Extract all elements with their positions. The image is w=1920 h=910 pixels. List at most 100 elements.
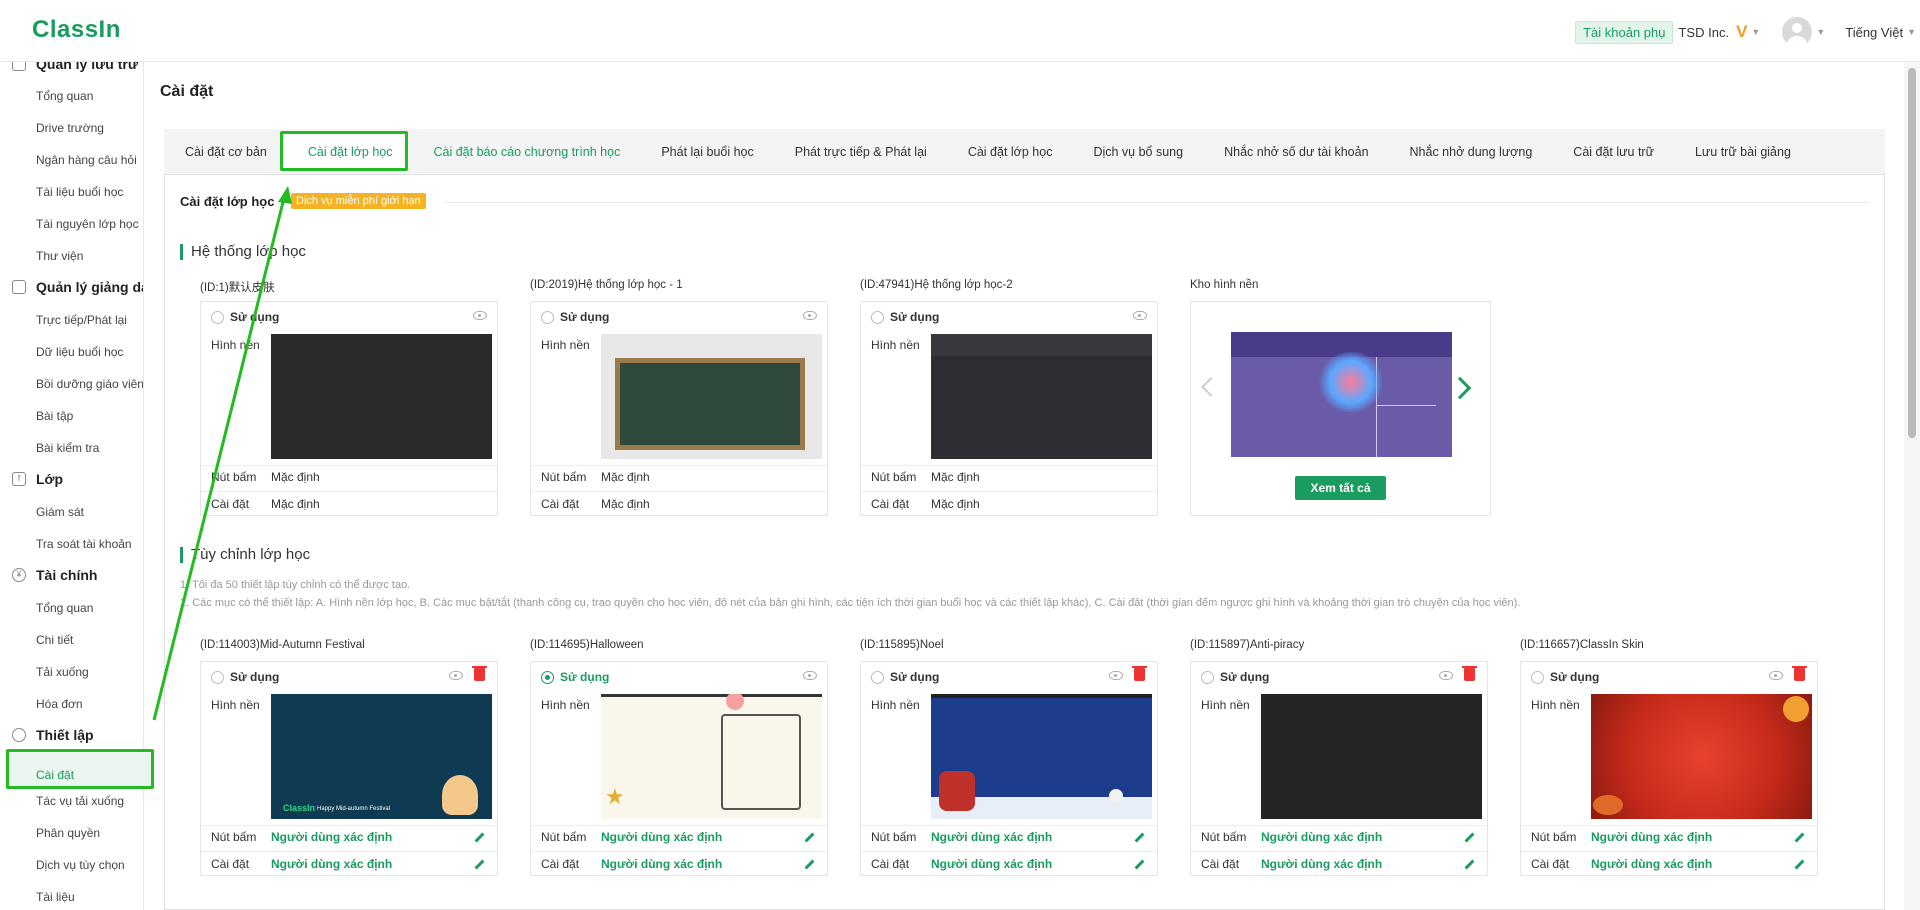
sidebar-item-monitoring[interactable]: Giám sát [36, 505, 84, 519]
radio-icon[interactable] [1201, 670, 1214, 684]
sidebar-item-finance-overview[interactable]: Tổng quan [36, 601, 93, 615]
sidebar-item-invoice[interactable]: Hóa đơn [36, 697, 83, 711]
edit-icon[interactable] [1464, 832, 1475, 843]
edit-icon[interactable] [1794, 859, 1805, 870]
sidebar-section-settings[interactable]: Thiết lập [12, 727, 94, 743]
background-thumbnail[interactable] [931, 694, 1152, 819]
edit-icon[interactable] [1134, 832, 1145, 843]
sidebar-item-permissions[interactable]: Phân quyền [36, 826, 100, 840]
background-thumbnail[interactable]: ★ [601, 694, 822, 819]
sidebar-item-class-resources[interactable]: Tài nguyên lớp học [36, 217, 139, 231]
org-name[interactable]: TSD Inc. [1678, 25, 1729, 40]
sidebar-item-settings[interactable]: Cài đặt [36, 768, 74, 782]
avatar[interactable] [1782, 17, 1813, 47]
sidebar-item-school-drive[interactable]: Drive trường [36, 121, 104, 135]
radio-icon[interactable] [871, 670, 884, 684]
sidebar-item-library[interactable]: Thư viện [36, 249, 83, 263]
library-thumbnail[interactable] [1231, 332, 1452, 457]
background-thumbnail[interactable] [601, 334, 822, 459]
chevron-down-icon[interactable]: ▼ [1816, 27, 1825, 37]
language-selector[interactable]: Tiếng Việt [1845, 25, 1903, 40]
eye-icon[interactable] [803, 671, 817, 680]
background-thumbnail[interactable] [271, 334, 492, 459]
sidebar-item-teacher-training[interactable]: Bồi dưỡng giáo viên [36, 377, 143, 391]
radio-icon[interactable] [211, 670, 224, 684]
tab-lecture-archive[interactable]: Lưu trữ bài giảng [1695, 145, 1791, 159]
sidebar-item-documents[interactable]: Tài liệu [36, 890, 75, 904]
chevron-right-icon[interactable] [1448, 376, 1472, 400]
trash-icon[interactable] [1132, 666, 1147, 681]
sidebar-item-exams[interactable]: Bài kiểm tra [36, 441, 99, 455]
custom-card: Sử dụng Hình nền Nút bấm Người dùng xác … [860, 661, 1158, 876]
sidebar-section-storage[interactable]: Quản lý lưu trữ [12, 62, 138, 72]
use-radio[interactable]: Sử dụng [211, 310, 279, 324]
tab-storage-reminder[interactable]: Nhắc nhở dung lượng [1410, 145, 1533, 159]
tab-class-settings-active[interactable]: Cài đặt lớp học [308, 145, 393, 159]
eye-icon[interactable] [449, 671, 463, 680]
background-thumbnail[interactable]: ClassIn Happy Mid-autumn Festival [271, 694, 492, 819]
edit-icon[interactable] [804, 859, 815, 870]
trash-icon[interactable] [472, 666, 487, 681]
tab-live-replay[interactable]: Phát trực tiếp & Phát lại [795, 145, 927, 159]
tab-lesson-replay[interactable]: Phát lại buổi học [661, 145, 753, 159]
sidebar-section-finance[interactable]: ¥ Tài chính [12, 567, 97, 583]
sidebar-item-details[interactable]: Chi tiết [36, 633, 73, 647]
eye-icon[interactable] [1769, 671, 1783, 680]
radio-icon[interactable] [541, 310, 554, 324]
edit-icon[interactable] [1464, 859, 1475, 870]
tab-basic-settings[interactable]: Cài đặt cơ bản [185, 145, 267, 159]
scrollbar-thumb[interactable] [1908, 68, 1916, 438]
classin-logo[interactable]: ClassIn [32, 16, 121, 44]
tab-curriculum-report[interactable]: Cài đặt báo cáo chương trình học [434, 145, 621, 159]
sidebar-item-settings-highlight[interactable] [6, 749, 154, 789]
sidebar-item-live-replay[interactable]: Trực tiếp/Phát lại [36, 313, 127, 327]
sidebar-section-teaching[interactable]: Quản lý giảng dạ [12, 279, 143, 295]
radio-selected-icon[interactable] [541, 670, 554, 684]
use-radio[interactable]: Sử dụng [541, 670, 609, 684]
sidebar-item-optional-services[interactable]: Dịch vụ tùy chọn [36, 858, 125, 872]
view-all-button[interactable]: Xem tất cả [1295, 476, 1386, 500]
edit-icon[interactable] [804, 832, 815, 843]
sidebar-item-question-bank[interactable]: Ngân hàng câu hỏi [36, 153, 137, 167]
sidebar-item-account-check[interactable]: Tra soát tài khoản [36, 537, 132, 551]
tab-class-settings[interactable]: Cài đặt lớp học [968, 145, 1053, 159]
chevron-left-icon[interactable] [1201, 377, 1221, 397]
sidebar-item-homework[interactable]: Bài tập [36, 409, 73, 423]
edit-icon[interactable] [474, 832, 485, 843]
chevron-down-icon[interactable]: ▼ [1907, 27, 1916, 37]
edit-icon[interactable] [1134, 859, 1145, 870]
edit-icon[interactable] [474, 859, 485, 870]
tab-storage-settings[interactable]: Cài đặt lưu trữ [1573, 145, 1654, 159]
chevron-down-icon[interactable]: ▼ [1751, 27, 1760, 37]
radio-icon[interactable] [211, 310, 224, 324]
background-thumbnail[interactable] [1591, 694, 1812, 819]
background-thumbnail[interactable] [931, 334, 1152, 459]
use-radio[interactable]: Sử dụng [541, 310, 609, 324]
use-radio[interactable]: Sử dụng [1531, 670, 1599, 684]
use-radio[interactable]: Sử dụng [871, 670, 939, 684]
eye-icon[interactable] [803, 311, 817, 320]
eye-icon[interactable] [1109, 671, 1123, 680]
radio-icon[interactable] [1531, 670, 1544, 684]
sidebar-item-lesson-docs[interactable]: Tài liệu buổi học [36, 185, 123, 199]
eye-icon[interactable] [1439, 671, 1453, 680]
trash-icon[interactable] [1462, 666, 1477, 681]
use-radio[interactable]: Sử dụng [211, 670, 279, 684]
edit-icon[interactable] [1794, 832, 1805, 843]
sub-account-badge[interactable]: Tài khoản phụ [1575, 20, 1674, 44]
use-radio[interactable]: Sử dụng [1201, 670, 1269, 684]
trash-icon[interactable] [1792, 666, 1807, 681]
use-radio[interactable]: Sử dụng [871, 310, 939, 324]
eye-icon[interactable] [1133, 311, 1147, 320]
sidebar-item-download-tasks[interactable]: Tác vụ tải xuống [36, 794, 124, 808]
sidebar-item-lesson-data[interactable]: Dữ liệu buổi học [36, 345, 123, 359]
radio-icon[interactable] [871, 310, 884, 324]
sidebar-item-overview[interactable]: Tổng quan [36, 89, 93, 103]
tab-balance-reminder[interactable]: Nhắc nhở số dư tài khoản [1224, 145, 1368, 159]
eye-icon[interactable] [473, 311, 487, 320]
background-thumbnail[interactable] [1261, 694, 1482, 819]
settings-value: Người dùng xác định [931, 857, 1053, 871]
sidebar-item-download[interactable]: Tải xuống [36, 665, 89, 679]
tab-addon-services[interactable]: Dịch vụ bổ sung [1093, 145, 1183, 159]
sidebar-section-class[interactable]: f Lớp [12, 471, 63, 487]
